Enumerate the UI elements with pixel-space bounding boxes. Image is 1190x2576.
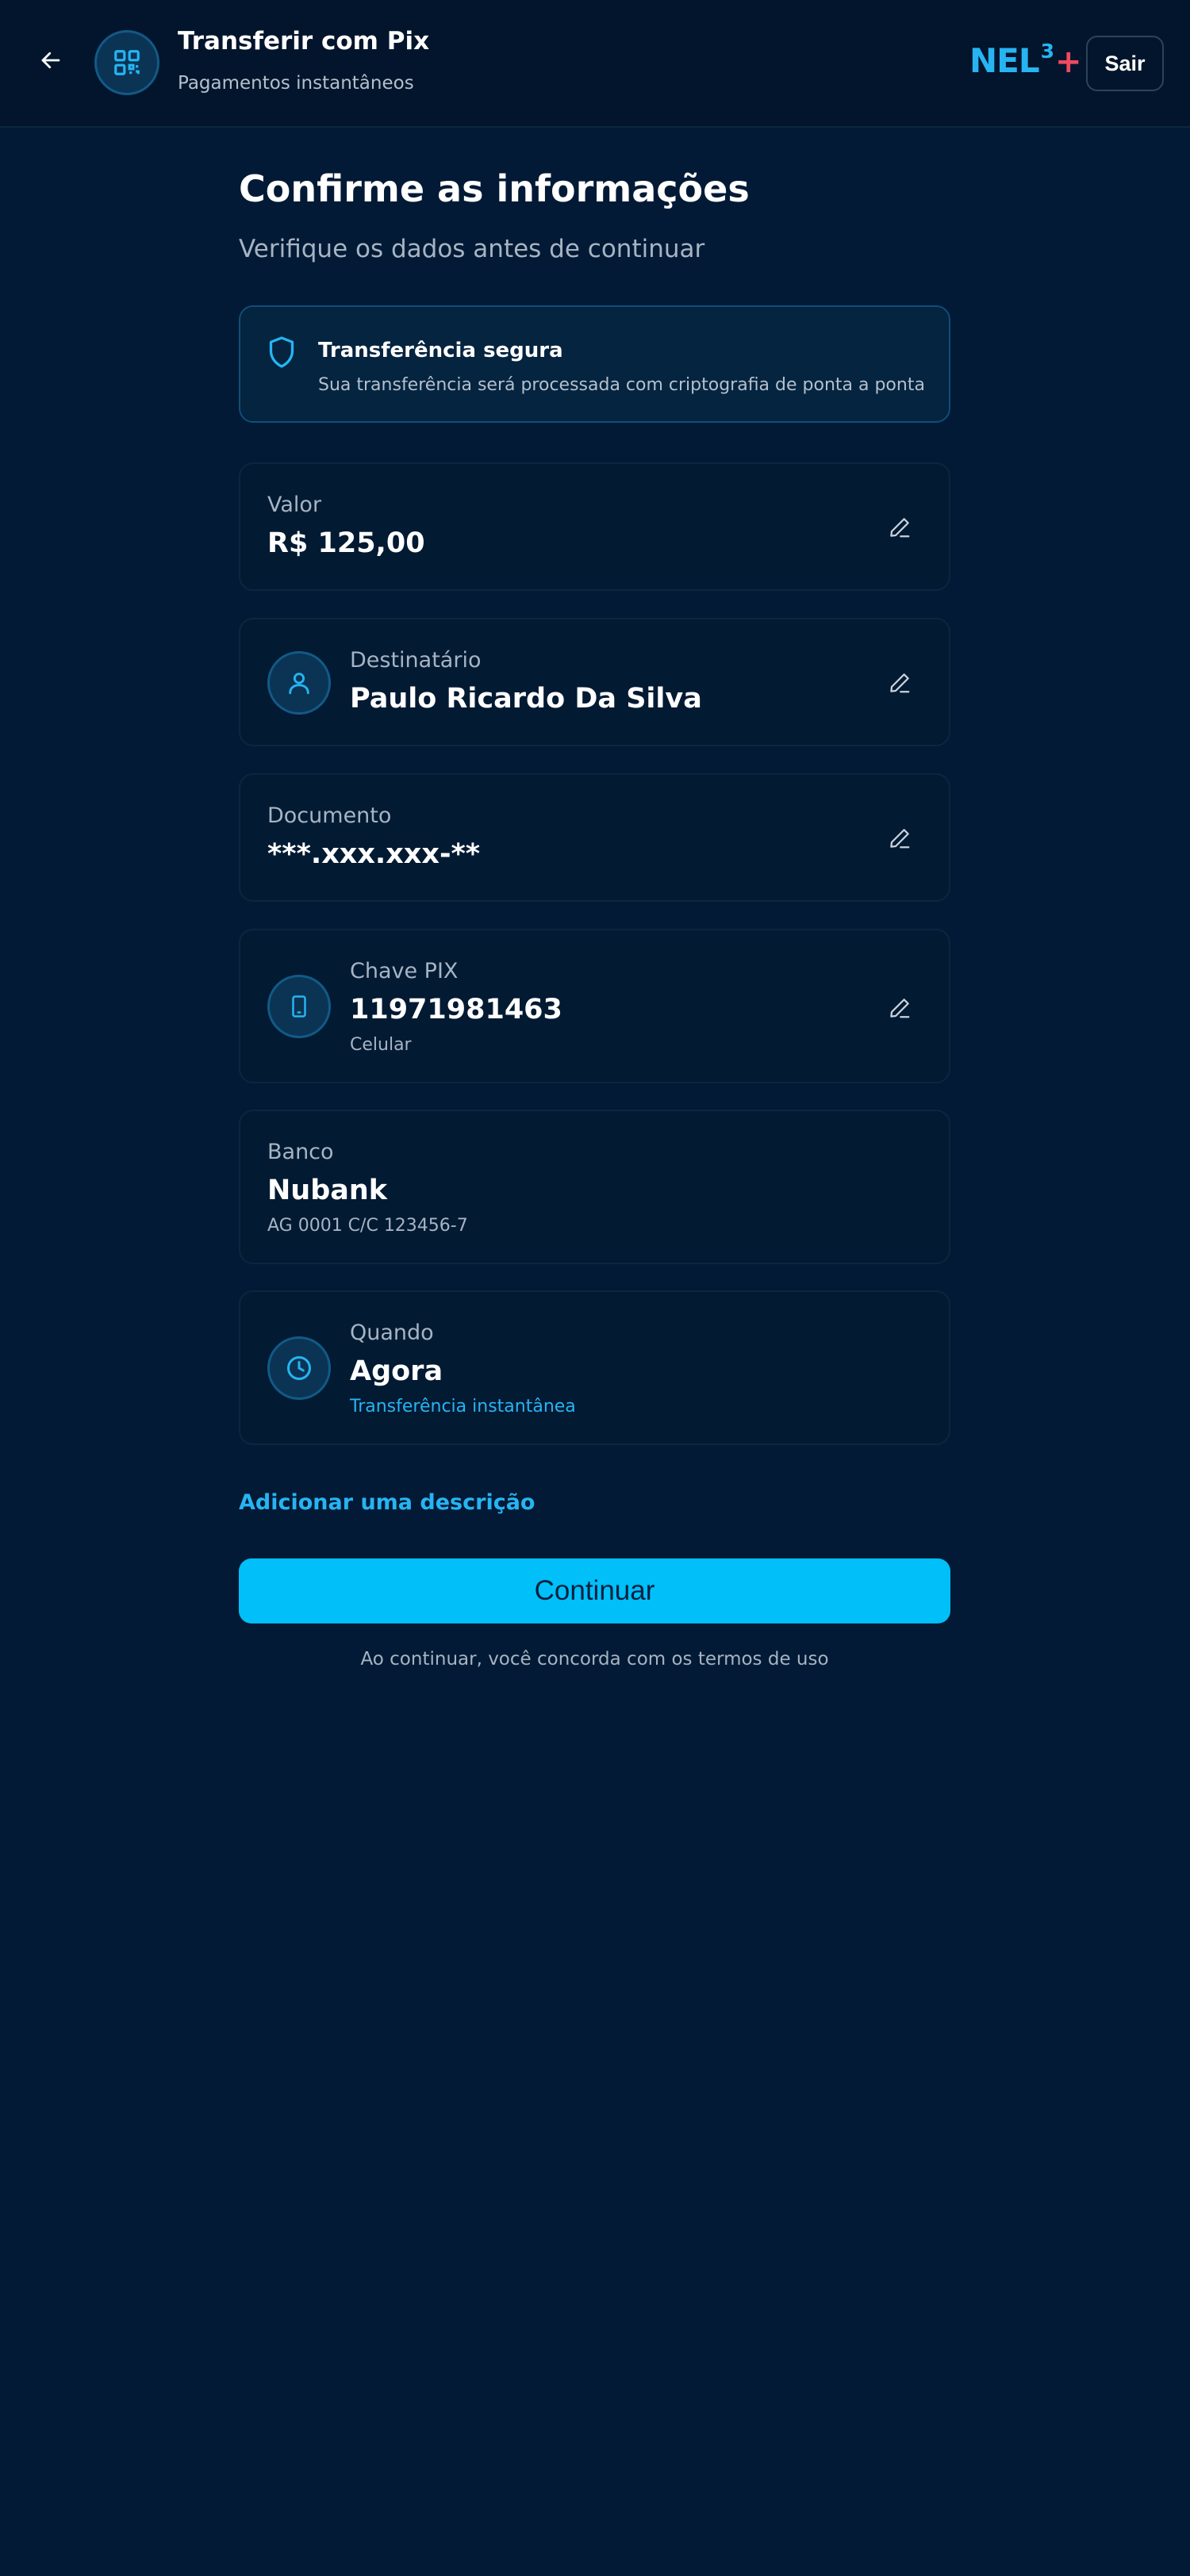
edit-document-button[interactable] <box>882 821 917 856</box>
smartphone-icon <box>267 975 331 1038</box>
amount-label: Valor <box>267 493 322 517</box>
terms-notice: Ao continuar, você concorda com os termo… <box>360 1649 829 1669</box>
pencil-icon <box>890 999 910 1018</box>
document-value: ***.xxx.xxx-** <box>267 838 481 870</box>
clock-icon <box>267 1336 331 1400</box>
brand-logo: NEL3+ <box>969 40 1082 80</box>
schedule-card: Quando Agora Transferência instantânea <box>239 1290 950 1445</box>
pix-key-label: Chave PIX <box>350 959 459 983</box>
document-card: Documento ***.xxx.xxx-** <box>239 773 950 902</box>
amount-value: R$ 125,00 <box>267 527 425 559</box>
arrow-left-icon <box>41 52 60 69</box>
user-icon <box>267 651 331 715</box>
amount-card: Valor R$ 125,00 <box>239 462 950 591</box>
logout-button[interactable]: Sair <box>1086 36 1164 91</box>
pix-key-value: 11971981463 <box>350 994 562 1025</box>
secure-transfer-banner: Transferência segura Sua transferência s… <box>239 305 950 423</box>
continue-button[interactable]: Continuar <box>239 1558 950 1623</box>
pencil-icon <box>890 829 910 849</box>
back-button[interactable] <box>30 40 71 81</box>
recipient-label: Destinatário <box>350 648 482 673</box>
bank-card: Banco Nubank AG 0001 C/C 123456-7 <box>239 1110 950 1264</box>
schedule-description: Transferência instantânea <box>350 1397 576 1416</box>
page-title: Confirme as informações <box>239 167 750 210</box>
bank-account: AG 0001 C/C 123456-7 <box>267 1216 468 1236</box>
page-subtitle: Verifique os dados antes de continuar <box>239 235 705 263</box>
bank-label: Banco <box>267 1140 334 1164</box>
recipient-name: Paulo Ricardo Da Silva <box>350 683 702 715</box>
recipient-card: Destinatário Paulo Ricardo Da Silva <box>239 618 950 746</box>
pencil-icon <box>890 518 910 538</box>
header-subtitle: Pagamentos instantâneos <box>178 73 414 94</box>
app-header: Transferir com Pix Pagamentos instantâne… <box>0 0 1190 128</box>
shield-icon <box>269 336 294 368</box>
edit-amount-button[interactable] <box>882 510 917 545</box>
edit-recipient-button[interactable] <box>882 665 917 700</box>
schedule-value: Agora <box>350 1355 443 1387</box>
document-label: Documento <box>267 803 392 828</box>
header-title: Transferir com Pix <box>178 27 430 56</box>
edit-pix-key-button[interactable] <box>882 991 917 1025</box>
bank-name: Nubank <box>267 1175 388 1206</box>
schedule-label: Quando <box>350 1321 434 1345</box>
banner-text: Sua transferência será processada com cr… <box>318 375 925 395</box>
banner-title: Transferência segura <box>318 339 563 362</box>
pencil-icon <box>890 673 910 693</box>
qr-code-icon <box>94 30 159 95</box>
add-description-link[interactable]: Adicionar uma descrição <box>239 1490 535 1515</box>
pix-key-card: Chave PIX 11971981463 Celular <box>239 929 950 1083</box>
pix-key-type: Celular <box>350 1035 412 1055</box>
